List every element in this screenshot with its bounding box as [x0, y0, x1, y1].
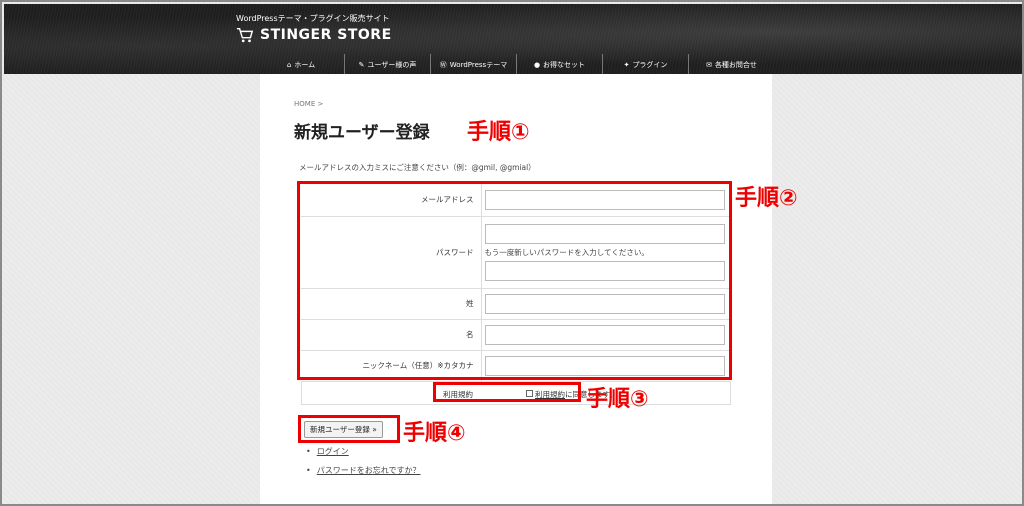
annotation-step-3: 手順③ — [586, 387, 649, 412]
page-title: 新規ユーザー登録 — [294, 123, 430, 143]
nav-item-home[interactable]: ⌂ ホーム — [258, 54, 344, 76]
plug-icon: ✦ — [623, 61, 630, 69]
annotation-box-step-4 — [298, 415, 400, 443]
nav-label: お得なセット — [543, 61, 586, 69]
nav-item-themes[interactable]: Ⓦ WordPressテーマ — [430, 54, 516, 76]
nav-label: WordPressテーマ — [449, 61, 508, 69]
list-item: パスワードをお忘れですか？ — [306, 465, 421, 476]
main-nav: ⌂ ホーム ✎ ユーザー様の声 Ⓦ WordPressテーマ ● お得なセット … — [258, 54, 774, 76]
email-notice: メールアドレスの入力ミスにご注意ください（例：@gmil, @gmial） — [299, 163, 536, 172]
nav-label: プラグイン — [632, 61, 668, 69]
annotation-step-1: 手順① — [467, 120, 530, 145]
annotation-step-4: 手順④ — [403, 421, 466, 446]
site-logo[interactable]: STINGER STORE — [236, 26, 392, 44]
nav-label: ホーム — [294, 61, 316, 69]
login-link[interactable]: ログイン — [317, 447, 349, 456]
mail-icon: ✉ — [706, 61, 712, 69]
gift-icon: ● — [533, 61, 541, 69]
forgot-password-link[interactable]: パスワードをお忘れですか？ — [317, 466, 421, 475]
annotation-box-step-3 — [433, 382, 581, 402]
annotation-step-2: 手順② — [735, 186, 798, 211]
home-icon: ⌂ — [286, 61, 292, 69]
nav-item-sets[interactable]: ● お得なセット — [516, 54, 602, 76]
nav-item-plugins[interactable]: ✦ プラグイン — [602, 54, 688, 76]
logo-text: STINGER STORE — [260, 27, 392, 43]
nav-label: ユーザー様の声 — [367, 61, 417, 69]
list-item: ログイン — [306, 446, 420, 457]
site-header: WordPressテーマ・プラグイン販売サイト STINGER STORE ⌂ … — [4, 4, 1022, 76]
wordpress-icon: Ⓦ — [439, 61, 447, 69]
cart-icon — [236, 27, 254, 43]
site-tagline: WordPressテーマ・プラグイン販売サイト — [236, 14, 390, 23]
nav-item-voices[interactable]: ✎ ユーザー様の声 — [344, 54, 430, 76]
annotation-box-step-2 — [297, 181, 732, 380]
comment-icon: ✎ — [358, 61, 365, 69]
nav-item-contact[interactable]: ✉ 各種お問合せ — [688, 54, 774, 76]
screenshot-frame: WordPressテーマ・プラグイン販売サイト STINGER STORE ⌂ … — [0, 0, 1024, 506]
nav-label: 各種お問合せ — [714, 61, 757, 69]
account-links: ログイン パスワードをお忘れですか？ — [306, 446, 421, 484]
breadcrumb[interactable]: HOME > — [294, 100, 323, 108]
